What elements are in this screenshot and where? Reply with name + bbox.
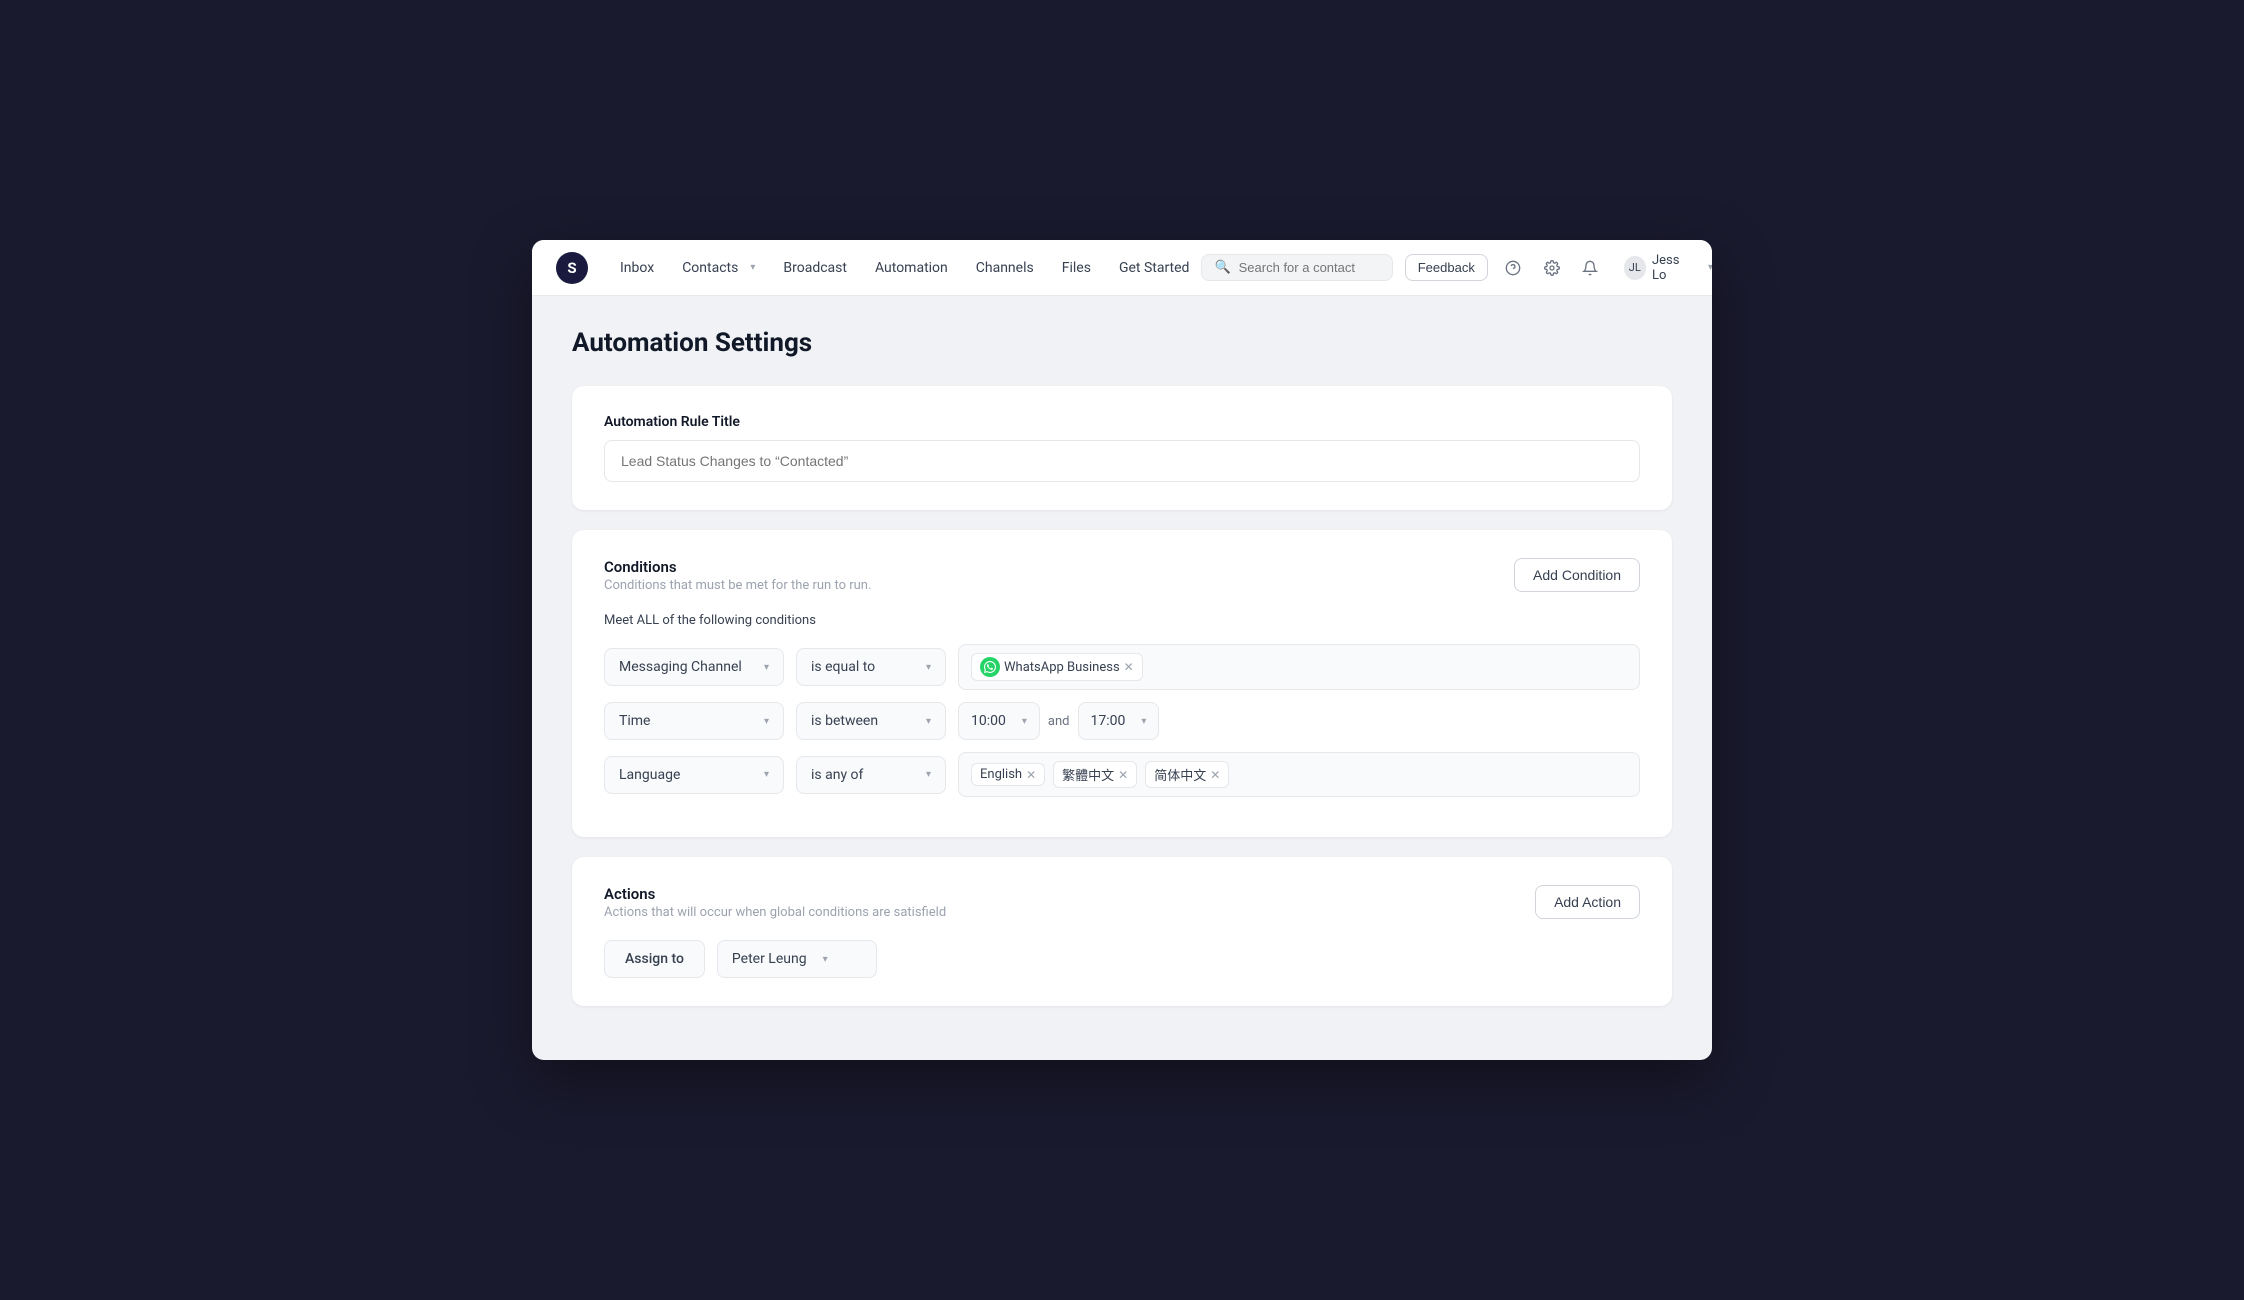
nav-item-files[interactable]: Files (1050, 254, 1103, 282)
condition-value-languages: English ✕ 繁體中文 ✕ 简体中文 ✕ (958, 752, 1640, 797)
add-action-button[interactable]: Add Action (1535, 885, 1640, 919)
time-to-chevron-icon: ▾ (1141, 716, 1146, 727)
field-chevron-icon: ▾ (764, 662, 769, 673)
between-chevron-icon: ▾ (926, 716, 931, 727)
actions-title: Actions (604, 885, 946, 903)
conditions-header: Conditions Conditions that must be met f… (604, 558, 1640, 593)
actions-header: Actions Actions that will occur when glo… (604, 885, 1640, 920)
operator-chevron-icon: ▾ (926, 662, 931, 673)
rule-title-input[interactable] (604, 440, 1640, 482)
condition-field-language[interactable]: Language ▾ (604, 756, 784, 794)
conditions-header-left: Conditions Conditions that must be met f… (604, 558, 871, 593)
top-nav: S Inbox Contacts ▾ Broadcast Automation … (532, 240, 1712, 296)
time-to-select[interactable]: 17:00 ▾ (1078, 702, 1160, 740)
condition-operator-any-of[interactable]: is any of ▾ (796, 756, 946, 794)
search-bar[interactable]: 🔍 (1201, 254, 1392, 281)
conditions-title: Conditions (604, 558, 871, 576)
rule-title-card: Automation Rule Title (572, 386, 1672, 510)
user-chevron-icon: ▾ (1708, 262, 1712, 273)
notifications-icon[interactable] (1577, 254, 1604, 282)
actions-subtitle: Actions that will occur when global cond… (604, 905, 946, 920)
conditions-subtitle: Conditions that must be met for the run … (604, 578, 871, 593)
nav-item-contacts[interactable]: Contacts ▾ (670, 254, 767, 282)
add-condition-button[interactable]: Add Condition (1514, 558, 1640, 592)
nav-right: 🔍 Feedback JL Jess Lo ▾ (1201, 249, 1712, 287)
nav-items: Inbox Contacts ▾ Broadcast Automation Ch… (608, 254, 1201, 282)
actions-header-left: Actions Actions that will occur when glo… (604, 885, 946, 920)
language-field-chevron-icon: ▾ (764, 769, 769, 780)
condition-row-3: Language ▾ is any of ▾ English ✕ 繁體中文 ✕ (604, 752, 1640, 797)
language-tag-traditional-chinese[interactable]: 繁體中文 ✕ (1053, 761, 1137, 788)
avatar: JL (1624, 256, 1646, 280)
actions-card: Actions Actions that will occur when glo… (572, 857, 1672, 1006)
language-tag-english[interactable]: English ✕ (971, 763, 1045, 786)
whatsapp-tag[interactable]: WhatsApp Business ✕ (971, 653, 1143, 681)
condition-operator-between[interactable]: is between ▾ (796, 702, 946, 740)
meet-all-label: Meet ALL of the following conditions (604, 613, 1640, 628)
whatsapp-icon (980, 657, 1000, 677)
nav-item-get-started[interactable]: Get Started (1107, 254, 1202, 282)
condition-value-whatsapp: WhatsApp Business ✕ (958, 644, 1640, 690)
condition-operator-equal[interactable]: is equal to ▾ (796, 648, 946, 686)
time-and-label: and (1048, 714, 1070, 729)
nav-item-channels[interactable]: Channels (964, 254, 1046, 282)
time-from-select[interactable]: 10:00 ▾ (958, 702, 1040, 740)
simplified-chinese-tag-close[interactable]: ✕ (1210, 768, 1220, 782)
nav-item-automation[interactable]: Automation (863, 254, 960, 282)
language-tag-simplified-chinese[interactable]: 简体中文 ✕ (1145, 761, 1229, 788)
time-field-chevron-icon: ▾ (764, 716, 769, 727)
nav-item-broadcast[interactable]: Broadcast (771, 254, 859, 282)
traditional-chinese-tag-close[interactable]: ✕ (1118, 768, 1128, 782)
condition-row-1: Messaging Channel ▾ is equal to ▾ WhatsA… (604, 644, 1640, 690)
assign-to-chevron-icon: ▾ (823, 954, 828, 965)
main-content: Automation Settings Automation Rule Titl… (532, 296, 1712, 1058)
any-of-chevron-icon: ▾ (926, 769, 931, 780)
help-icon[interactable] (1500, 254, 1527, 282)
search-icon: 🔍 (1214, 260, 1230, 275)
action-assign-to-label: Assign to (604, 940, 705, 978)
contacts-chevron-icon: ▾ (750, 262, 755, 273)
action-row-1: Assign to Peter Leung ▾ (604, 940, 1640, 978)
app-logo[interactable]: S (556, 252, 588, 284)
whatsapp-tag-close[interactable]: ✕ (1124, 660, 1134, 674)
time-from-chevron-icon: ▾ (1022, 716, 1027, 727)
condition-field-time[interactable]: Time ▾ (604, 702, 784, 740)
rule-title-label: Automation Rule Title (604, 414, 1640, 430)
condition-field-messaging-channel[interactable]: Messaging Channel ▾ (604, 648, 784, 686)
page-title: Automation Settings (572, 328, 1672, 358)
conditions-card: Conditions Conditions that must be met f… (572, 530, 1672, 837)
english-tag-close[interactable]: ✕ (1026, 768, 1036, 782)
time-range: 10:00 ▾ and 17:00 ▾ (958, 702, 1159, 740)
action-assign-to-value[interactable]: Peter Leung ▾ (717, 940, 877, 978)
feedback-button[interactable]: Feedback (1405, 254, 1488, 281)
user-name: Jess Lo (1652, 253, 1694, 283)
app-window: S Inbox Contacts ▾ Broadcast Automation … (532, 240, 1712, 1060)
condition-row-2: Time ▾ is between ▾ 10:00 ▾ and 17:00 ▾ (604, 702, 1640, 740)
settings-icon[interactable] (1538, 254, 1565, 282)
user-badge[interactable]: JL Jess Lo ▾ (1616, 249, 1712, 287)
nav-item-inbox[interactable]: Inbox (608, 254, 666, 282)
search-input[interactable] (1239, 260, 1380, 275)
